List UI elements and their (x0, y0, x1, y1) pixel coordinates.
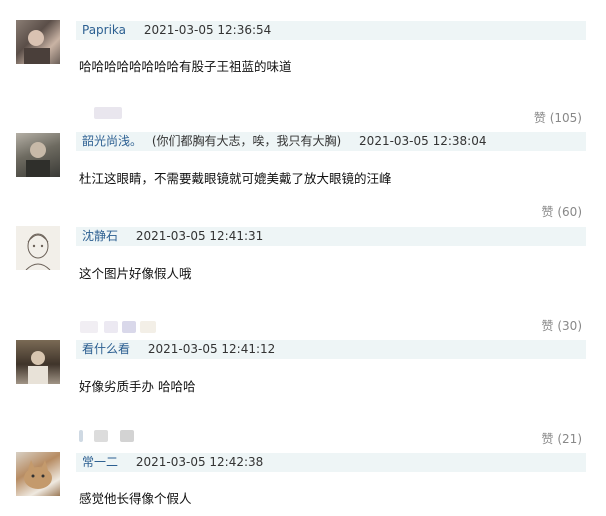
comment-time: 2021-03-05 12:41:31 (135, 229, 264, 243)
user-avatar-cat-icon[interactable] (16, 452, 60, 496)
comment-text: 杜江这眼睛，不需要戴眼镜就可媲美戴了放大眼镜的汪峰 (79, 171, 392, 186)
like-button[interactable]: 赞 (60) (542, 203, 582, 220)
comment-signature: (你们都胸有大志，唉，我只有大胸) (151, 134, 342, 148)
comment-list: Paprika 2021-03-05 12:36:54 哈哈哈哈哈哈哈哈有股子王… (0, 0, 606, 516)
blurred-user-mark (94, 430, 108, 442)
comment-text: 感觉他长得像个假人 (79, 491, 192, 506)
comment-time: 2021-03-05 12:42:38 (135, 455, 264, 469)
like-button[interactable]: 赞 (105) (534, 109, 582, 126)
blurred-user-mark (80, 321, 98, 333)
comment-time: 2021-03-05 12:38:04 (359, 134, 487, 148)
like-button[interactable]: 赞 (30) (542, 317, 582, 334)
comment-time: 2021-03-05 12:36:54 (143, 23, 272, 37)
avatar-cat-art (24, 460, 52, 489)
user-avatar-photo-icon[interactable] (16, 133, 60, 177)
comment-username[interactable]: 常一二 (82, 455, 118, 469)
blurred-user-mark (120, 430, 134, 442)
avatar-sketch-art (25, 233, 51, 270)
comment-meta-bar: 看什么看 2021-03-05 12:41:12 (76, 340, 586, 359)
comment-meta-bar: Paprika 2021-03-05 12:36:54 (76, 21, 586, 40)
user-avatar-photo-icon[interactable] (16, 20, 60, 64)
like-button[interactable]: 赞 (21) (542, 430, 582, 447)
user-avatar-sketch-icon[interactable] (16, 226, 60, 270)
comment-text: 好像劣质手办 哈哈哈 (79, 379, 196, 394)
blurred-user-mark (122, 321, 136, 333)
blurred-user-mark (104, 321, 118, 333)
blurred-user-mark (94, 107, 122, 119)
comment-meta-bar: 韶光尚浅。 (你们都胸有大志，唉，我只有大胸) 2021-03-05 12:38… (76, 132, 586, 151)
comment-username[interactable]: 看什么看 (82, 342, 130, 356)
comment-meta-bar: 沈静石 2021-03-05 12:41:31 (76, 227, 586, 246)
comment-text: 这个图片好像假人哦 (79, 266, 192, 281)
avatar-photo-art (28, 351, 48, 384)
avatar-photo-art (26, 142, 50, 177)
comment-username[interactable]: 韶光尚浅。 (82, 134, 142, 148)
user-avatar-photo-icon[interactable] (16, 340, 60, 384)
comment-username[interactable]: 沈静石 (82, 229, 118, 243)
comment-text: 哈哈哈哈哈哈哈哈有股子王祖蓝的味道 (79, 59, 292, 74)
blurred-user-mark (79, 430, 83, 442)
comment-time: 2021-03-05 12:41:12 (147, 342, 276, 356)
comment-username[interactable]: Paprika (82, 23, 126, 37)
comment-meta-bar: 常一二 2021-03-05 12:42:38 (76, 453, 586, 472)
avatar-photo-art (24, 30, 50, 64)
blurred-user-mark (140, 321, 156, 333)
